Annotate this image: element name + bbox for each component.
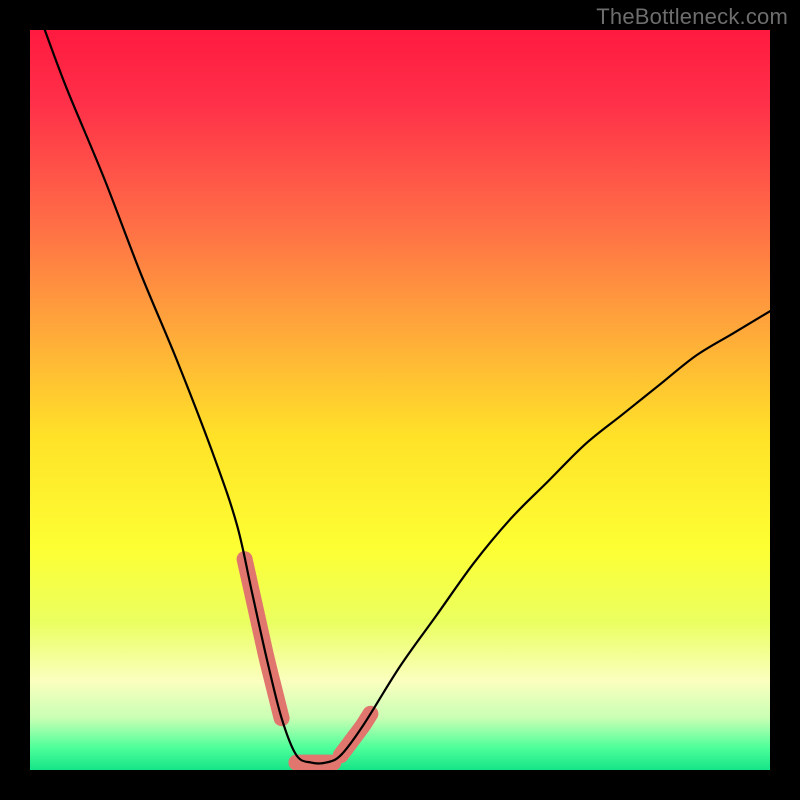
bottleneck-chart [30, 30, 770, 770]
gradient-background [30, 30, 770, 770]
plot-area [30, 30, 770, 770]
watermark-text: TheBottleneck.com [596, 4, 788, 30]
chart-frame: TheBottleneck.com [0, 0, 800, 800]
